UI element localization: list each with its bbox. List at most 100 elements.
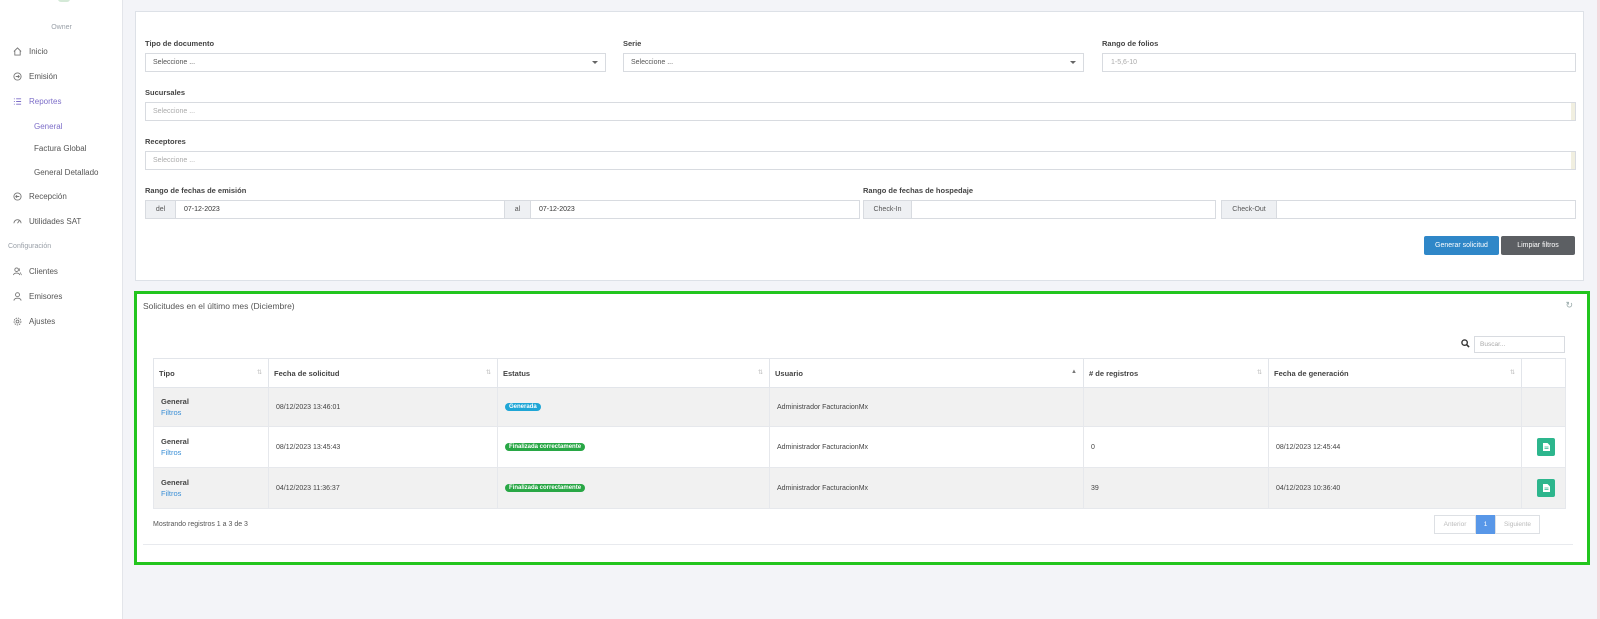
sidebar-item-reportes[interactable]: Reportes xyxy=(12,94,61,108)
column-header-actions xyxy=(1521,358,1566,388)
sidebar-item-label: Emisión xyxy=(29,71,58,81)
sidebar-item-clientes[interactable]: Clientes xyxy=(12,264,58,278)
section-label-configuracion: Configuración xyxy=(8,243,52,250)
next-page-button[interactable]: Siguiente xyxy=(1495,515,1540,534)
search-input[interactable]: Buscar... xyxy=(1474,336,1565,353)
checkin-input[interactable] xyxy=(911,200,1216,219)
search-icon xyxy=(1461,339,1470,350)
filters-card: Tipo de documento Seleccione ... Serie S… xyxy=(135,11,1584,281)
rango-folios-input[interactable]: 1-5,6-10 xyxy=(1102,53,1576,72)
sidebar-item-recepcion[interactable]: Recepción xyxy=(12,189,67,203)
fecha-generacion-cell xyxy=(1268,387,1522,427)
column-header-label: Fecha de solicitud xyxy=(274,368,340,378)
serie-select[interactable]: Seleccione ... xyxy=(623,53,1084,72)
actions-cell xyxy=(1521,426,1566,468)
column-header-tipo[interactable]: Tipo ⇅ xyxy=(153,358,269,388)
limpiar-filtros-button[interactable]: Limpiar filtros xyxy=(1501,236,1575,255)
arrow-circle-icon xyxy=(12,71,22,81)
page-1-button[interactable]: 1 xyxy=(1476,515,1495,534)
checkout-addon: Check-Out xyxy=(1221,200,1277,219)
sidebar-item-utilidades[interactable]: Utilidades SAT xyxy=(12,214,81,228)
sidebar-item-label: Clientes xyxy=(29,266,58,276)
prev-page-button[interactable]: Anterior xyxy=(1434,515,1476,534)
gear-icon xyxy=(12,316,22,326)
sidebar-item-emisores[interactable]: Emisores xyxy=(12,289,62,303)
fecha-solicitud-cell: 08/12/2023 13:45:43 xyxy=(268,426,498,468)
registros-cell: 39 xyxy=(1083,467,1269,509)
file-icon xyxy=(1542,443,1550,451)
logo xyxy=(58,0,70,2)
del-addon: del xyxy=(145,200,176,219)
sucursales-select[interactable]: Seleccione ... xyxy=(145,102,1576,121)
fecha-generacion-cell: 04/12/2023 10:36:40 xyxy=(1268,467,1522,509)
dashboard-icon xyxy=(12,216,22,226)
column-header-registros[interactable]: # de registros ⇅ xyxy=(1083,358,1269,388)
column-header-label: # de registros xyxy=(1089,368,1139,378)
sort-icon: ⇅ xyxy=(1256,370,1262,376)
column-header-usuario[interactable]: Usuario ▲ xyxy=(769,358,1084,388)
subnav-general-detallado[interactable]: General Detallado xyxy=(34,168,98,177)
table-row: General Filtros 04/12/2023 11:36:37 Final… xyxy=(153,467,1566,509)
tipo-documento-label: Tipo de documento xyxy=(145,39,215,48)
checkout-input[interactable] xyxy=(1276,200,1576,219)
filtros-link[interactable]: Filtros xyxy=(161,448,261,457)
usuario-cell: Administrador FacturacionMx xyxy=(769,426,1084,468)
sidebar: Owner Inicio Emisión Reportes General Fa… xyxy=(0,0,123,619)
column-header-label: Estatus xyxy=(503,368,531,378)
column-header-estatus[interactable]: Estatus ⇅ xyxy=(497,358,770,388)
actions-cell xyxy=(1521,387,1566,427)
download-file-button[interactable] xyxy=(1537,438,1555,456)
fechas-emision-label: Rango de fechas de emisión xyxy=(145,186,247,195)
card-title: Solicitudes en el último mes (Diciembre) xyxy=(143,301,295,311)
fecha-solicitud-cell: 04/12/2023 11:36:37 xyxy=(268,467,498,509)
fecha-generacion-cell: 08/12/2023 12:45:44 xyxy=(1268,426,1522,468)
column-header-fecha-solicitud[interactable]: Fecha de solicitud ⇅ xyxy=(268,358,498,388)
user-icon xyxy=(12,291,22,301)
tipo-cell: General xyxy=(161,437,189,446)
fecha-emision-del-input[interactable]: 07-12-2023 xyxy=(175,200,528,219)
sidebar-item-emision[interactable]: Emisión xyxy=(12,69,57,83)
requests-table: Tipo ⇅ Fecha de solicitud ⇅ Estatus ⇅ Usuar… xyxy=(153,358,1566,509)
fechas-hospedaje-label: Rango de fechas de hospedaje xyxy=(863,186,974,195)
actions-cell xyxy=(1521,467,1566,509)
user-role: Owner xyxy=(51,24,72,31)
sort-icon: ⇅ xyxy=(757,370,763,376)
column-header-fecha-generacion[interactable]: Fecha de generación ⇅ xyxy=(1268,358,1522,388)
sucursales-label: Sucursales xyxy=(145,88,186,97)
requests-card: Solicitudes en el último mes (Diciembre)… xyxy=(134,291,1590,565)
home-icon xyxy=(12,46,22,56)
filtros-link[interactable]: Filtros xyxy=(161,408,261,417)
receptores-select[interactable]: Seleccione ... xyxy=(145,151,1576,170)
filtros-link[interactable]: Filtros xyxy=(161,489,261,498)
receptores-label: Receptores xyxy=(145,137,186,146)
table-row: General Filtros 08/12/2023 13:45:43 Final… xyxy=(153,426,1566,468)
status-badge: Finalizada correctamente xyxy=(505,443,586,451)
tipo-cell: General xyxy=(161,397,189,406)
sidebar-item-label: Utilidades SAT xyxy=(29,216,82,226)
subnav-factura-global[interactable]: Factura Global xyxy=(34,144,86,153)
sidebar-item-ajustes[interactable]: Ajustes xyxy=(12,314,55,328)
rango-folios-label: Rango de folios xyxy=(1102,39,1159,48)
subnav-general[interactable]: General xyxy=(34,122,62,131)
sidebar-item-label: Inicio xyxy=(29,46,48,56)
tipo-documento-value: Seleccione ... xyxy=(153,59,196,66)
file-icon xyxy=(1542,484,1550,492)
tipo-cell: General xyxy=(161,478,189,487)
registros-cell: 0 xyxy=(1083,426,1269,468)
serie-value: Seleccione ... xyxy=(631,59,674,66)
status-badge: Finalizada correctamente xyxy=(505,484,586,492)
refresh-icon[interactable]: ↻ xyxy=(1565,300,1573,311)
arrow-circle-icon xyxy=(12,191,22,201)
tipo-documento-select[interactable]: Seleccione ... xyxy=(145,53,606,72)
checkin-addon: Check-In xyxy=(863,200,912,219)
column-header-label: Tipo xyxy=(159,368,175,378)
sort-icon: ⇅ xyxy=(1509,370,1515,376)
fecha-emision-al-input[interactable]: 07-12-2023 xyxy=(530,200,860,219)
generar-solicitud-button[interactable]: Generar solicitud xyxy=(1424,236,1499,255)
sidebar-item-label: Ajustes xyxy=(29,316,56,326)
sidebar-item-inicio[interactable]: Inicio xyxy=(12,44,48,58)
usuario-cell: Administrador FacturacionMx xyxy=(769,387,1084,427)
download-file-button[interactable] xyxy=(1537,479,1555,497)
sort-asc-icon: ▲ xyxy=(1071,369,1077,375)
sort-icon: ⇅ xyxy=(256,370,262,376)
